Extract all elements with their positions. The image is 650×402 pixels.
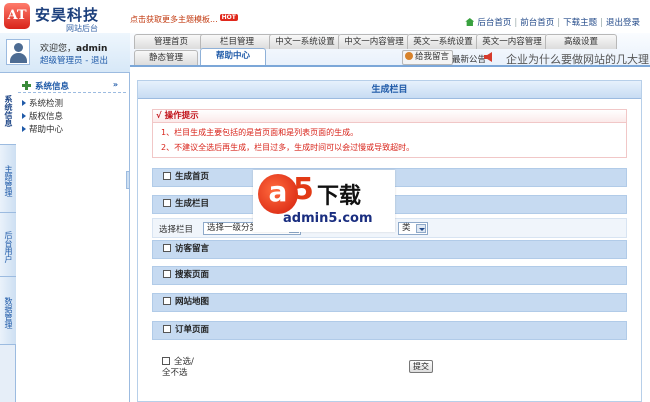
- section-guestbook[interactable]: 访客留言: [152, 240, 627, 259]
- user-role: 超级管理员 - 退出: [40, 54, 108, 66]
- sidebar-section-header[interactable]: 系统信息 »: [18, 79, 126, 93]
- home-icon: [465, 18, 475, 26]
- checkbox[interactable]: [163, 297, 171, 305]
- checkbox[interactable]: [163, 244, 171, 252]
- tab-help-center[interactable]: 帮助中心: [200, 48, 266, 65]
- plus-icon: [22, 81, 31, 90]
- sidebar-item-copyright[interactable]: 版权信息: [22, 110, 63, 122]
- link-front-home[interactable]: 前台首页: [520, 18, 554, 28]
- link-logout[interactable]: 退出登录: [606, 18, 640, 28]
- tab-cn-system[interactable]: 中文一系统设置: [269, 34, 341, 49]
- role-label: 超级管理员: [40, 56, 83, 66]
- select-all[interactable]: 全选/全不选: [162, 357, 202, 379]
- section-search-page[interactable]: 搜索页面: [152, 266, 627, 285]
- sidebar-splitter[interactable]: [126, 171, 130, 189]
- tab-column-manage[interactable]: 栏目管理: [200, 34, 274, 49]
- vtab-admin-users[interactable]: 后台用户: [0, 213, 16, 277]
- vtab-theme-manage[interactable]: 主题管理: [0, 145, 16, 213]
- promo-text: 点击获取更多主题模板...: [130, 15, 218, 24]
- tip-line: 2、不建议全选后再生成，栏目过多，生成时间可以会过慢或导致超时。: [161, 143, 415, 152]
- vtab-system-info[interactable]: 系统信息: [0, 73, 16, 145]
- tip-line: 1、栏目生成主要包括的是首页面和是列表页面的生成。: [161, 128, 359, 137]
- logout-link[interactable]: - 退出: [85, 56, 108, 66]
- tab-static-manage[interactable]: 静态管理: [134, 50, 198, 65]
- submit-button[interactable]: 提交: [409, 360, 433, 373]
- watermark-five: 5: [293, 172, 314, 207]
- checkbox[interactable]: [163, 325, 171, 333]
- watermark-url: admin5.com: [283, 211, 373, 226]
- checkbox[interactable]: [162, 357, 170, 365]
- checkbox[interactable]: [163, 199, 171, 207]
- logo: AT 安昊科技 网站后台: [4, 3, 122, 33]
- tab-cn-content[interactable]: 中文一内容管理: [338, 34, 410, 49]
- watermark-logo: a 5 下载 admin5.com: [253, 170, 395, 232]
- triangle-icon: [22, 126, 26, 132]
- main-panel: 生成栏目 √ 操作提示 1、栏目生成主要包括的是首页面和是列表页面的生成。 2、…: [137, 80, 642, 402]
- triangle-icon: [22, 100, 26, 106]
- column-label: 选择栏目: [159, 225, 194, 235]
- tab-advanced[interactable]: 高级设置: [545, 34, 617, 49]
- checkbox[interactable]: [163, 172, 171, 180]
- top-header: AT 安昊科技 网站后台 点击获取更多主题模板... HOT 后台首页 | 前台首页 |…: [0, 0, 650, 34]
- avatar-icon: [6, 39, 30, 65]
- tip-box: √ 操作提示 1、栏目生成主要包括的是首页面和是列表页面的生成。 2、不建议全选…: [152, 109, 627, 158]
- sidebar-item-system-check[interactable]: 系统检测: [22, 97, 63, 109]
- watermark-a: a: [258, 174, 298, 214]
- sidebar-section-title: 系统信息: [35, 82, 70, 92]
- hot-badge: HOT: [219, 14, 238, 21]
- notice-label: 最新公告: [452, 55, 487, 65]
- notice-text[interactable]: 企业为什么要做网站的几大理: [506, 51, 649, 67]
- vertical-tabs: 系统信息 主题管理 后台用户 数据管理: [0, 73, 16, 402]
- link-admin-home[interactable]: 后台首页: [477, 18, 511, 28]
- page-title: 生成栏目: [138, 81, 641, 99]
- collapse-icon[interactable]: »: [113, 80, 118, 89]
- logo-mark: AT: [4, 3, 30, 29]
- tab-en-content[interactable]: 英文一内容管理: [476, 34, 548, 49]
- username: admin: [76, 44, 108, 54]
- top-links: 后台首页 | 前台首页 | 下载主题 | 退出登录: [465, 16, 640, 28]
- tab-en-system[interactable]: 英文一系统设置: [407, 34, 479, 49]
- sidebar: 系统信息 主题管理 后台用户 数据管理 系统信息 » 系统检测 版权信息 帮助中…: [0, 73, 130, 402]
- section-sitemap[interactable]: 网站地图: [152, 293, 627, 312]
- user-icon: [405, 52, 413, 60]
- vtab-data-manage[interactable]: 数据管理: [0, 277, 16, 345]
- tab-admin-home[interactable]: 管理首页: [134, 34, 208, 49]
- message-button[interactable]: 给我留言: [402, 50, 454, 65]
- checkbox[interactable]: [163, 270, 171, 278]
- triangle-icon: [22, 113, 26, 119]
- link-download-theme[interactable]: 下载主题: [563, 18, 597, 28]
- tip-title: √ 操作提示: [153, 110, 626, 123]
- promo-link[interactable]: 点击获取更多主题模板... HOT: [130, 14, 238, 25]
- welcome-text: 欢迎您，admin: [40, 44, 108, 54]
- watermark-cn: 下载: [317, 184, 362, 209]
- top-nav-tabs: 管理首页 栏目管理 中文一系统设置 中文一内容管理 英文一系统设置 英文一内容管…: [130, 33, 650, 67]
- logo-title: 安昊科技: [35, 6, 100, 24]
- section-order-page[interactable]: 订单页面: [152, 321, 627, 340]
- sidebar-item-help[interactable]: 帮助中心: [22, 123, 63, 135]
- chevron-down-icon: [416, 224, 426, 233]
- user-box: 欢迎您，admin 超级管理员 - 退出: [0, 33, 130, 73]
- level2-select[interactable]: 类: [398, 222, 428, 235]
